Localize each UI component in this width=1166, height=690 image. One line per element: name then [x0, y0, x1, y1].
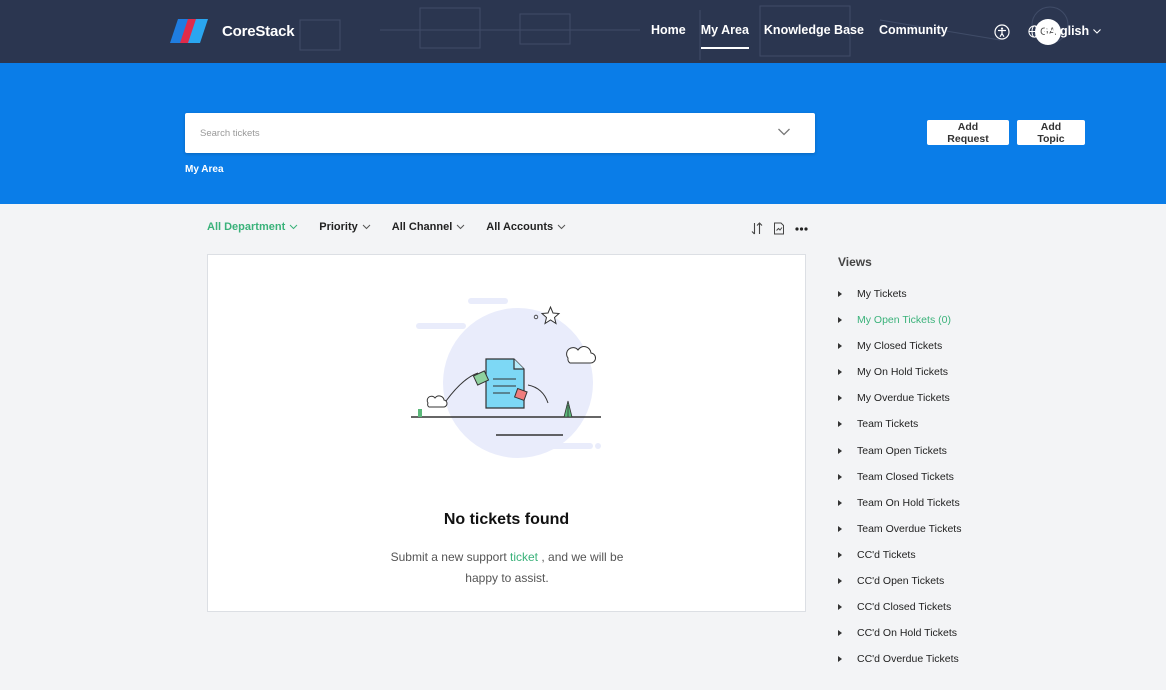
channel-filter-label: All Channel [391, 221, 453, 233]
sort-icon[interactable] [751, 222, 763, 235]
export-icon[interactable] [773, 222, 785, 235]
view-label: CC'd Closed Tickets [857, 601, 952, 614]
search-bar[interactable] [185, 113, 815, 153]
hero-banner: My Area Add Request Add Topic [0, 63, 1166, 204]
view-label: CC'd Open Tickets [857, 575, 945, 588]
caret-right-icon [838, 604, 842, 611]
view-label: CC'd On Hold Tickets [857, 627, 958, 640]
caret-right-icon [838, 317, 842, 324]
caret-right-icon [838, 656, 842, 663]
more-icon[interactable] [795, 226, 808, 231]
main-nav: Home My Area Knowledge Base Community GA… [651, 0, 1102, 63]
top-navbar: CoreStack Home My Area Knowledge Base Co… [0, 0, 1166, 63]
view-ccd-on-hold-tickets[interactable]: CC'd On Hold Tickets [838, 627, 961, 653]
views-list: My Tickets My Open Tickets (0) My Closed… [838, 288, 961, 679]
view-label: CC'd Overdue Tickets [857, 653, 959, 666]
caret-right-icon [838, 369, 842, 376]
view-my-on-hold-tickets[interactable]: My On Hold Tickets [838, 366, 961, 392]
caret-right-icon [838, 447, 842, 454]
department-filter-label: All Department [207, 221, 286, 233]
ticket-link[interactable]: ticket [510, 550, 538, 564]
brand-name: CoreStack [222, 22, 295, 40]
brand[interactable]: CoreStack [170, 19, 295, 43]
empty-state-message: Submit a new support ticket , and we wil… [388, 547, 626, 589]
caret-right-icon [838, 525, 842, 532]
language-label: English [1044, 24, 1090, 38]
view-label: My Open Tickets (0) [857, 314, 951, 327]
view-ccd-tickets[interactable]: CC'd Tickets [838, 549, 961, 575]
view-team-tickets[interactable]: Team Tickets [838, 418, 961, 444]
view-label: Team Open Tickets [857, 444, 947, 457]
empty-tickets-illustration [411, 298, 601, 458]
empty-state-title: No tickets found [443, 511, 570, 528]
department-filter[interactable]: All Department [207, 221, 298, 233]
view-label: My Overdue Tickets [857, 392, 950, 405]
corestack-logo-icon [170, 19, 208, 43]
list-tools [751, 222, 818, 235]
chevron-down-icon [1093, 29, 1102, 34]
filter-bar: All Department Priority All Channel All … [207, 221, 587, 233]
caret-right-icon [838, 343, 842, 350]
nav-home[interactable]: Home [651, 0, 686, 63]
chevron-down-icon[interactable] [777, 127, 791, 137]
accounts-filter[interactable]: All Accounts [486, 221, 566, 233]
accounts-filter-label: All Accounts [486, 221, 554, 233]
caret-right-icon [838, 551, 842, 558]
chevron-down-icon [557, 224, 566, 230]
chevron-down-icon [456, 224, 465, 230]
caret-right-icon [838, 499, 842, 506]
views-title: Views [838, 255, 872, 269]
view-label: Team On Hold Tickets [857, 496, 960, 509]
view-label: CC'd Tickets [857, 548, 916, 561]
tickets-empty-card: No tickets found Submit a new support ti… [207, 254, 806, 612]
caret-right-icon [838, 578, 842, 585]
add-request-button[interactable]: Add Request [927, 120, 1009, 145]
view-team-open-tickets[interactable]: Team Open Tickets [838, 445, 961, 471]
language-selector[interactable]: English [1028, 24, 1105, 38]
nav-my-area[interactable]: My Area [700, 0, 750, 63]
view-label: My Closed Tickets [857, 340, 943, 353]
view-ccd-closed-tickets[interactable]: CC'd Closed Tickets [838, 601, 961, 627]
view-label: Team Closed Tickets [857, 470, 954, 483]
priority-filter-label: Priority [319, 221, 358, 233]
caret-right-icon [838, 395, 842, 402]
breadcrumb: My Area [185, 164, 224, 175]
search-input[interactable] [185, 113, 745, 153]
globe-icon [1028, 24, 1041, 38]
view-label: Team Overdue Tickets [857, 522, 962, 535]
add-topic-button[interactable]: Add Topic [1017, 120, 1085, 145]
caret-right-icon [838, 473, 842, 480]
nav-community[interactable]: Community [879, 0, 948, 63]
view-ccd-open-tickets[interactable]: CC'd Open Tickets [838, 575, 961, 601]
caret-right-icon [838, 291, 842, 297]
accessibility-icon[interactable] [994, 24, 1010, 40]
view-my-closed-tickets[interactable]: My Closed Tickets [838, 340, 961, 366]
view-team-overdue-tickets[interactable]: Team Overdue Tickets [838, 523, 961, 549]
view-ccd-overdue-tickets[interactable]: CC'd Overdue Tickets [838, 653, 961, 679]
view-team-on-hold-tickets[interactable]: Team On Hold Tickets [838, 497, 961, 523]
priority-filter[interactable]: Priority [319, 221, 371, 233]
view-my-open-tickets[interactable]: My Open Tickets (0) [838, 314, 961, 340]
view-my-overdue-tickets[interactable]: My Overdue Tickets [838, 392, 961, 418]
chevron-down-icon [362, 224, 371, 230]
view-label: Team Tickets [857, 418, 919, 431]
caret-right-icon [838, 630, 842, 637]
channel-filter[interactable]: All Channel [392, 221, 466, 233]
view-my-tickets[interactable]: My Tickets [838, 288, 961, 314]
view-label: My Tickets [857, 288, 907, 300]
view-team-closed-tickets[interactable]: Team Closed Tickets [838, 471, 961, 497]
caret-right-icon [838, 421, 842, 428]
empty-state-text-before: Submit a new support [390, 550, 510, 564]
nav-knowledge-base[interactable]: Knowledge Base [764, 0, 864, 63]
chevron-down-icon [289, 224, 298, 230]
view-label: My On Hold Tickets [857, 366, 949, 379]
